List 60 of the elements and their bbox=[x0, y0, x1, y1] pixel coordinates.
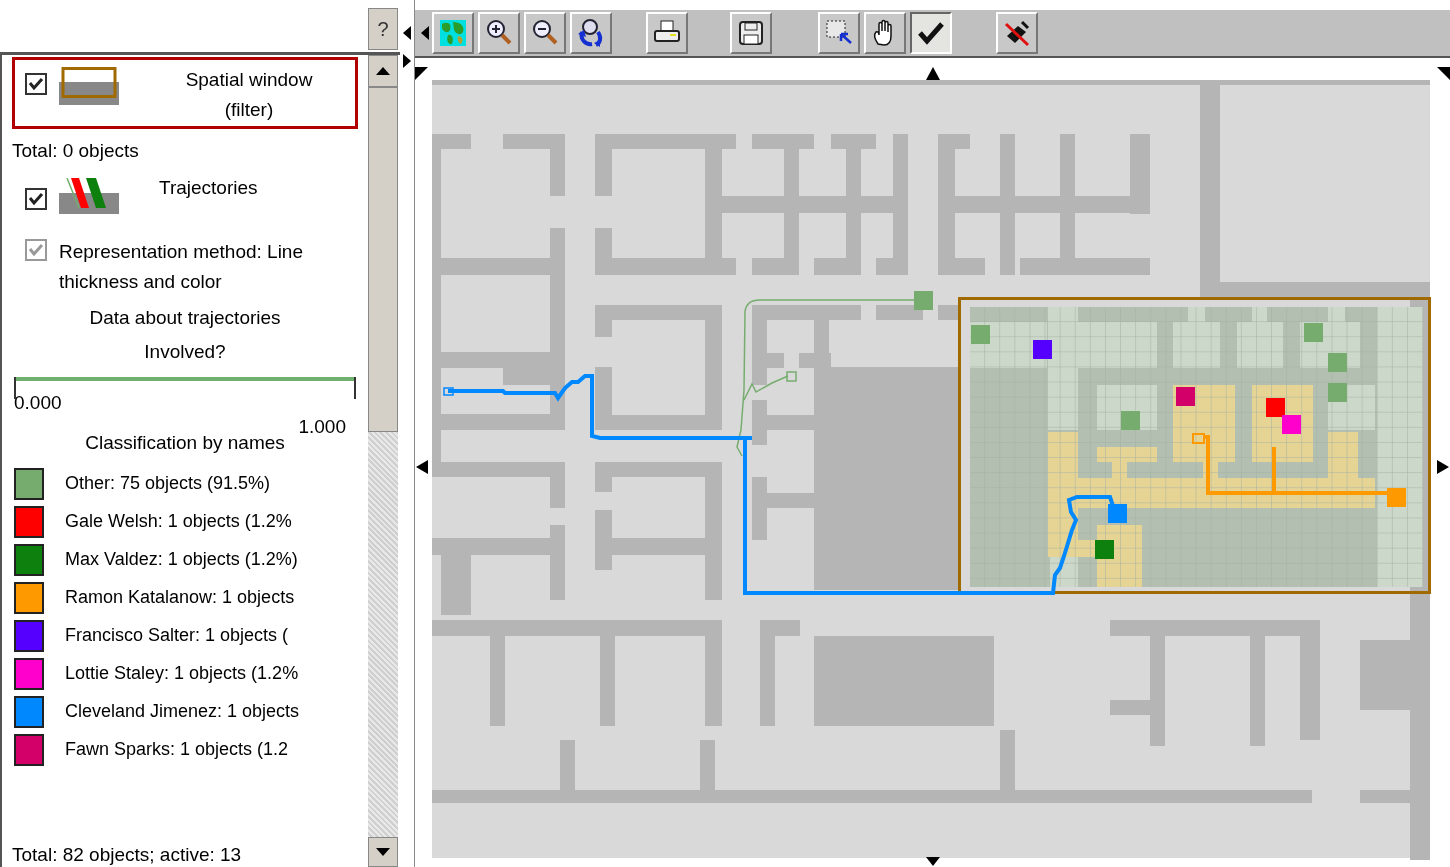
position-marker bbox=[1108, 504, 1127, 523]
range-min-label: 0.000 bbox=[14, 390, 62, 415]
position-marker bbox=[1095, 540, 1114, 559]
legend-label: Ramon Katalanow: 1 objects bbox=[65, 586, 295, 609]
checkmark-icon bbox=[28, 191, 44, 206]
spatial-window-icon bbox=[59, 67, 119, 105]
layer-row[interactable]: Spatial window (filter) bbox=[12, 57, 358, 129]
legend-label: Cleveland Jimenez: 1 objects bbox=[65, 700, 300, 723]
pan-arrow-icon[interactable] bbox=[926, 67, 940, 80]
legend-label: Gale Welsh: 1 objects (1.2% bbox=[65, 510, 292, 533]
legend-label: Other: 75 objects (91.5%) bbox=[65, 472, 271, 495]
range-max-label: 1.000 bbox=[298, 416, 346, 436]
scrollbar-thumb[interactable] bbox=[368, 87, 398, 432]
eraser-cross-icon bbox=[1002, 18, 1032, 48]
position-marker bbox=[914, 291, 933, 310]
scroll-up-button[interactable] bbox=[368, 55, 398, 87]
collapse-arrow-icon[interactable] bbox=[403, 26, 411, 40]
pan-arrow-icon[interactable] bbox=[1437, 460, 1449, 474]
layer-summary: Total: 0 objects bbox=[12, 139, 140, 163]
globe-icon bbox=[438, 18, 468, 48]
pan-arrow-icon[interactable] bbox=[926, 857, 940, 866]
position-marker bbox=[1304, 323, 1323, 342]
trajectories-icon bbox=[59, 177, 119, 214]
scroll-down-button[interactable] bbox=[368, 837, 398, 867]
representation-label: Representation method: Line thickness and color bbox=[59, 239, 304, 294]
legend-label: Max Valdez: 1 objects (1.2%) bbox=[65, 548, 298, 571]
position-marker bbox=[1033, 340, 1052, 359]
checkbox[interactable] bbox=[25, 187, 47, 210]
layer-label: Trajectories bbox=[159, 175, 258, 200]
position-marker bbox=[1282, 415, 1301, 434]
help-button[interactable]: ? bbox=[368, 8, 398, 50]
position-marker bbox=[1387, 488, 1406, 507]
pan-arrow-icon[interactable] bbox=[415, 67, 428, 80]
data-heading: Data about trajectories bbox=[88, 305, 282, 330]
position-marker bbox=[1121, 411, 1140, 430]
expand-arrow-icon[interactable] bbox=[403, 54, 411, 68]
checkmark-icon bbox=[28, 77, 44, 91]
total-label: Total: 82 objects; active: 13 bbox=[12, 843, 243, 867]
pan-arrow-icon[interactable] bbox=[1437, 67, 1450, 80]
layer-label: Spatial window (filter) bbox=[184, 68, 314, 122]
checkbox[interactable] bbox=[25, 73, 47, 95]
down-arrow-icon bbox=[376, 848, 390, 856]
collapse-arrow-icon[interactable] bbox=[421, 26, 429, 40]
position-marker bbox=[1328, 353, 1347, 372]
pan-arrow-icon[interactable] bbox=[416, 460, 428, 474]
position-marker bbox=[1176, 387, 1195, 406]
attribute-label: Involved? bbox=[143, 339, 227, 364]
legend-title: Classification by names bbox=[84, 432, 286, 452]
position-marker bbox=[971, 325, 990, 344]
wall bbox=[938, 305, 958, 320]
up-arrow-icon bbox=[376, 67, 390, 75]
checkmark-icon bbox=[28, 242, 44, 257]
legend-label: Lottie Staley: 1 objects (1.2% bbox=[65, 662, 299, 685]
legend-label: Francisco Salter: 1 objects ( bbox=[65, 624, 289, 647]
toolbar-button[interactable] bbox=[910, 12, 952, 54]
layer-row[interactable]: Trajectories bbox=[12, 174, 358, 225]
legend-label: Fawn Sparks: 1 objects (1.2 bbox=[65, 738, 289, 761]
position-marker bbox=[1266, 398, 1285, 417]
position-marker bbox=[1328, 383, 1347, 402]
wall bbox=[876, 305, 923, 320]
